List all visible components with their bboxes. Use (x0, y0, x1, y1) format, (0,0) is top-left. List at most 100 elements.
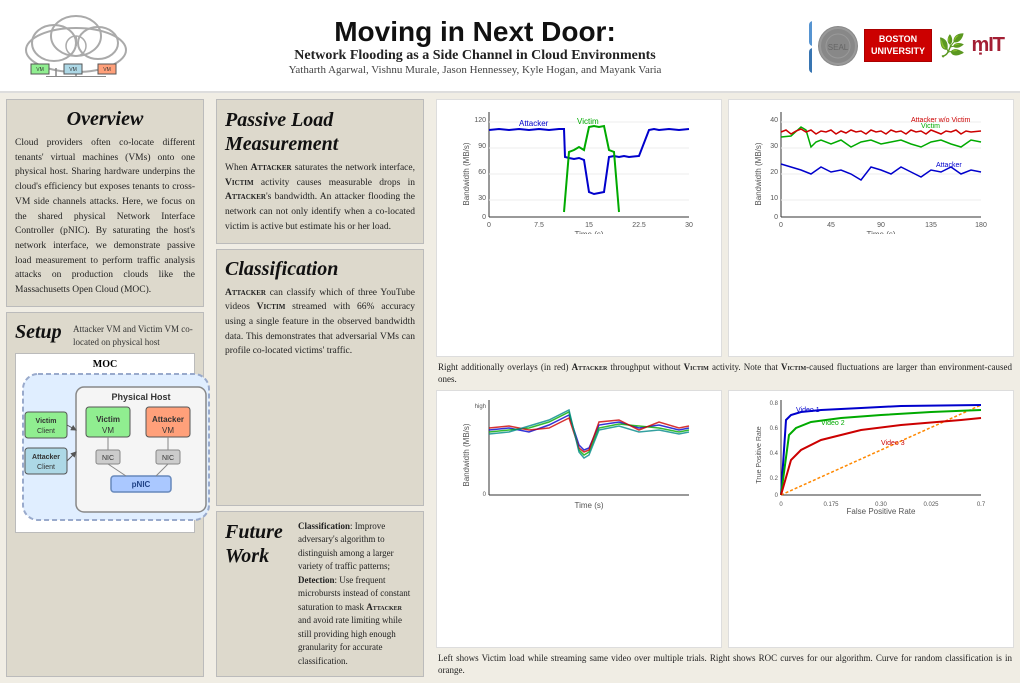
bottom-charts-row: Bandwidth (MB/s) high 0 Time (s) (436, 390, 1014, 648)
svg-text:Victim: Victim (577, 117, 599, 126)
chart-top-caption: Right additionally overlays (in red) Att… (436, 361, 1014, 386)
svg-text:90: 90 (877, 222, 885, 229)
svg-text:22.5: 22.5 (632, 222, 646, 229)
svg-text:0: 0 (482, 214, 486, 221)
future-work-inner: FutureWork Classification: Improve adver… (225, 520, 415, 669)
svg-text:VM: VM (69, 67, 77, 73)
chart2-svg: Bandwidth (MB/s) 40 30 20 10 0 0 45 90 (733, 104, 1009, 234)
svg-text:Video 1: Video 1 (796, 407, 820, 414)
svg-text:20: 20 (770, 169, 778, 176)
chart1-container: Bandwidth (MB/s) 120 90 60 30 0 0 (436, 99, 722, 357)
svg-text:Physical Host: Physical Host (111, 392, 170, 402)
overview-section: Overview Cloud providers often co-locate… (6, 99, 204, 307)
cloud-logo-svg: VM VM VM (16, 8, 136, 78)
svg-text:90: 90 (478, 143, 486, 150)
svg-text:VM: VM (36, 67, 44, 73)
chart-bottom-caption: Left shows Victim load while streaming s… (436, 652, 1014, 677)
overview-text: Cloud providers often co-locate differen… (15, 136, 195, 298)
passive-load-text: When Attacker saturates the network inte… (225, 161, 415, 235)
setup-section: Setup Attacker VM and Victim VM co-locat… (6, 312, 204, 677)
chart1-svg: Bandwidth (MB/s) 120 90 60 30 0 0 (441, 104, 717, 234)
svg-text:30: 30 (770, 143, 778, 150)
right-column: Bandwidth (MB/s) 120 90 60 30 0 0 (430, 93, 1020, 683)
seal-logo: SEAL (818, 26, 858, 66)
svg-text:Time (s): Time (s) (574, 501, 603, 510)
future-work-title: FutureWork (225, 520, 290, 568)
setup-diagram: MOC Physical Host Victim VM Attacker VM (15, 353, 195, 533)
svg-text:0.025: 0.025 (923, 502, 939, 508)
svg-text:Bandwidth (MB/s): Bandwidth (MB/s) (462, 142, 471, 205)
passive-load-title: Passive Load Measurement (225, 108, 415, 156)
svg-text:VM: VM (102, 426, 114, 435)
authors: Yatharth Agarwal, Vishnu Murale, Jason H… (146, 64, 804, 76)
setup-title: Setup (15, 321, 67, 344)
passive-load-section: Passive Load Measurement When Attacker s… (216, 99, 424, 244)
bu-logo: BOSTON UNIVERSITY (864, 29, 932, 62)
svg-text:0: 0 (774, 214, 778, 221)
svg-text:Attacker w/o Victim: Attacker w/o Victim (911, 117, 971, 124)
svg-text:15: 15 (585, 222, 593, 229)
header-center: Moving in Next Door: Network Flooding as… (146, 16, 804, 76)
future-work-section: FutureWork Classification: Improve adver… (216, 511, 424, 678)
svg-text:0: 0 (483, 492, 487, 498)
svg-text:30: 30 (478, 195, 486, 202)
svg-text:60: 60 (478, 169, 486, 176)
main-content: Overview Cloud providers often co-locate… (0, 93, 1020, 683)
svg-text:Video 3: Video 3 (881, 440, 905, 447)
svg-text:NIC: NIC (162, 455, 174, 462)
svg-text:0: 0 (487, 222, 491, 229)
svg-text:NIC: NIC (102, 455, 114, 462)
svg-text:180: 180 (975, 222, 987, 229)
chart4-container: True Positive Rate 0.8 0.6 0.4 0.2 0 0 0… (728, 390, 1014, 648)
svg-text:Client: Client (37, 428, 55, 435)
svg-text:Bandwidth (MB/s): Bandwidth (MB/s) (462, 423, 471, 486)
classification-text: Attacker can classify which of three You… (225, 286, 415, 360)
svg-text:135: 135 (925, 222, 937, 229)
nsf-logo: NSF (804, 16, 812, 76)
svg-text:Victim: Victim (36, 418, 57, 425)
svg-text:0.8: 0.8 (770, 401, 779, 407)
main-title: Moving in Next Door: (146, 16, 804, 48)
svg-text:Client: Client (37, 464, 55, 471)
svg-text:0.175: 0.175 (823, 502, 839, 508)
chart2-container: Bandwidth (MB/s) 40 30 20 10 0 0 45 90 (728, 99, 1014, 357)
svg-text:45: 45 (827, 222, 835, 229)
svg-text:Victim: Victim (921, 123, 940, 130)
diagram-title: MOC (21, 359, 189, 370)
chart3-svg: Bandwidth (MB/s) high 0 Time (s) (441, 395, 717, 515)
subtitle: Network Flooding as a Side Channel in Cl… (146, 48, 804, 64)
svg-text:VM: VM (162, 426, 174, 435)
svg-text:7.5: 7.5 (534, 222, 544, 229)
svg-text:0: 0 (779, 222, 783, 229)
svg-text:Attacker: Attacker (152, 415, 184, 424)
svg-text:0.2: 0.2 (770, 476, 779, 482)
svg-text:Attacker: Attacker (936, 162, 962, 169)
svg-text:True Positive Rate: True Positive Rate (756, 426, 763, 483)
chart3-container: Bandwidth (MB/s) high 0 Time (s) (436, 390, 722, 648)
svg-text:0: 0 (775, 493, 779, 499)
mit-logo: ṃIT (971, 34, 1004, 57)
svg-text:Time (s): Time (s) (574, 230, 603, 234)
svg-text:Victim: Victim (96, 415, 120, 424)
svg-text:Attacker: Attacker (519, 119, 549, 128)
classification-section: Classification Attacker can classify whi… (216, 249, 424, 506)
setup-diagram-svg: Physical Host Victim VM Attacker VM NIC … (21, 372, 211, 522)
svg-text:Attacker: Attacker (32, 454, 60, 461)
svg-text:Bandwidth (MB/s): Bandwidth (MB/s) (754, 142, 763, 205)
svg-text:VM: VM (103, 67, 111, 73)
classification-title: Classification (225, 258, 415, 281)
svg-text:0.6: 0.6 (770, 426, 779, 432)
svg-text:30: 30 (685, 222, 693, 229)
chart4-svg: True Positive Rate 0.8 0.6 0.4 0.2 0 0 0… (733, 395, 1009, 515)
header: VM VM VM Moving in Next Door: Network Fl… (0, 0, 1020, 93)
overview-title: Overview (15, 108, 195, 131)
svg-text:high: high (475, 404, 486, 410)
middle-column: Passive Load Measurement When Attacker s… (210, 93, 430, 683)
svg-text:False Positive Rate: False Positive Rate (847, 507, 916, 515)
svg-text:SEAL: SEAL (828, 43, 849, 52)
svg-text:0.7: 0.7 (977, 502, 986, 508)
svg-text:Time (s): Time (s) (866, 230, 895, 234)
wheat-logo: 🌿 (938, 33, 965, 59)
logos-area: NSF SEAL BOSTON UNIVERSITY 🌿 ṃIT (804, 16, 1004, 76)
left-column: Overview Cloud providers often co-locate… (0, 93, 210, 683)
